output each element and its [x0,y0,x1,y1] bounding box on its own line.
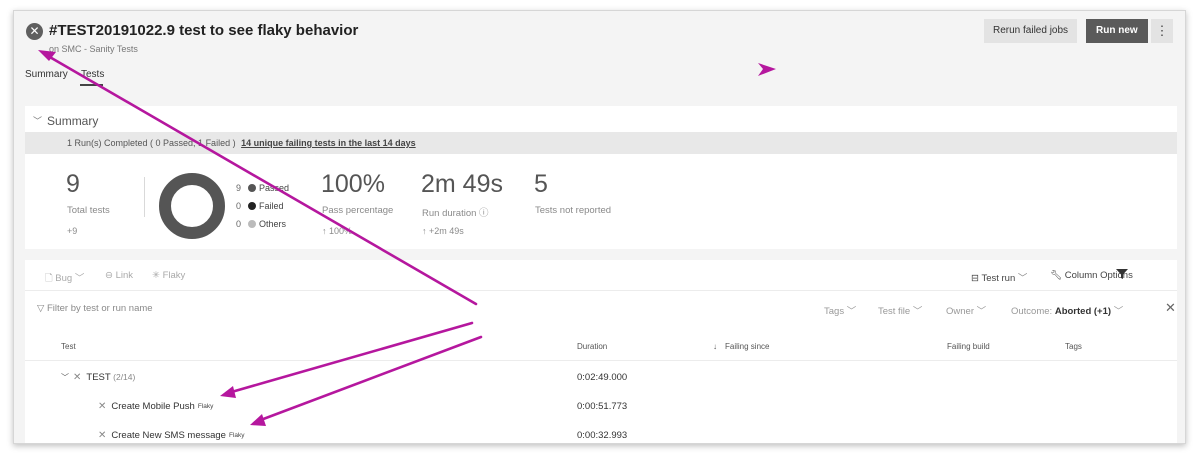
test-run-window: ✕ #TEST20191022.9 test to see flaky beha… [13,10,1186,444]
rerun-failed-jobs-button[interactable]: Rerun failed jobs [984,19,1078,43]
column-header-tags[interactable]: Tags [1065,342,1082,351]
test-run-grouping-dropdown[interactable]: ⊟ Test run ﹀ [971,270,1027,284]
tab-tests[interactable]: Tests [81,69,104,80]
column-header-test[interactable]: Test [61,342,76,351]
chevron-down-icon: ﹀ [33,116,43,126]
test-file-filter-dropdown[interactable]: Test file ﹀ [878,303,922,317]
chevron-down-icon: ﹀ [74,273,85,284]
row-duration: 0:02:49.000 [577,372,628,383]
pass-percentage-value: 100% [321,170,385,198]
donut-passed-slice [159,173,225,239]
not-reported-label: Tests not reported [535,205,612,216]
chevron-down-icon[interactable]: ﹀ [61,373,69,382]
run-header: ✕ #TEST20191022.9 test to see flaky beha… [14,11,1185,101]
row-duration: 0:00:51.773 [577,401,628,412]
failed-x-icon: ✕ [98,430,107,441]
more-actions-button[interactable]: ⋮ [1151,19,1173,43]
failing-tests-link[interactable]: 14 unique failing tests in the last 14 d… [241,138,416,148]
chevron-down-icon: ﹀ [976,306,987,317]
header-divider [25,360,1177,361]
tags-filter-dropdown[interactable]: Tags ﹀ [824,303,856,317]
owner-filter-dropdown[interactable]: Owner ﹀ [946,303,986,317]
link-icon: ⊖ [105,270,113,281]
table-row[interactable]: ✕ Create New SMS message Flaky [98,430,245,441]
flaky-icon: ✳ [152,270,160,281]
passed-dot-icon [248,184,256,192]
column-header-failing-build[interactable]: Failing build [947,342,990,351]
summary-heading[interactable]: ﹀ Summary [33,114,98,128]
table-row[interactable]: ✕ Create Mobile Push Flaky [98,401,213,412]
flaky-button[interactable]: ✳ Flaky [152,270,185,281]
page-title: #TEST20191022.9 test to see flaky behavi… [49,22,359,39]
legend-failed: 0 Failed [236,201,284,211]
tab-summary[interactable]: Summary [25,69,68,80]
link-button[interactable]: ⊖ Link [105,270,133,281]
failed-x-icon: ✕ [98,401,107,412]
test-filter-input[interactable]: ▽ Filter by test or run name [37,303,153,314]
bug-icon: 🗋 [45,273,53,284]
sort-arrow-icon: ↓ [713,342,717,351]
chevron-down-icon: ﹀ [846,306,857,317]
chevron-down-icon: ﹀ [1017,273,1028,284]
filter-funnel-icon[interactable] [1116,268,1128,280]
outcome-donut-chart [159,173,225,239]
column-header-failing-since[interactable]: ↓ Failing since [713,342,769,351]
total-tests-value: 9 [66,170,80,198]
row-duration: 0:00:32.993 [577,430,628,441]
clear-filters-close-icon[interactable]: ✕ [1165,300,1176,316]
pass-percentage-label: Pass percentage [322,205,394,216]
chevron-down-icon: ﹀ [1113,306,1124,317]
legend-others: 0 Others [236,219,287,229]
run-status-text: 1 Run(s) Completed ( 0 Passed, 1 Failed … [67,138,236,148]
run-status-banner: 1 Run(s) Completed ( 0 Passed, 1 Failed … [25,132,1177,154]
pass-percentage-delta: ↑ 100% [322,226,353,236]
flaky-badge: Flaky [197,403,214,410]
stat-divider [144,177,145,217]
failed-status-icon: ✕ [26,23,43,40]
tests-panel: 🗋 Bug ﹀ ⊖ Link ✳ Flaky ⊟ Test run ﹀ 🔧︎ C… [25,260,1177,443]
run-duration-label: Run duration ⓘ [422,208,489,219]
not-reported-value: 5 [534,170,548,198]
run-duration-value: 2m 49s [421,170,503,198]
bug-button[interactable]: 🗋 Bug ﹀ [45,270,84,287]
others-dot-icon [248,220,256,228]
chevron-down-icon: ﹀ [912,306,923,317]
group-icon: ⊟ [971,273,979,284]
run-duration-delta: ↑ +2m 49s [422,226,464,236]
legend-passed: 9 Passed [236,183,290,193]
total-tests-delta: +9 [67,226,78,236]
table-row[interactable]: ﹀ ✕ TEST (2/14) [61,372,135,383]
filter-outline-icon: ▽ [37,303,45,314]
total-tests-label: Total tests [67,205,110,216]
toolbar-divider [25,290,1177,291]
failed-x-icon: ✕ [73,372,82,383]
tab-tests-underline [80,84,103,86]
pipeline-subtitle: on SMC - Sanity Tests [49,44,138,54]
wrench-icon: 🔧︎ [1050,270,1063,281]
summary-card: ﹀ Summary 1 Run(s) Completed ( 0 Passed, … [25,106,1177,249]
run-new-button[interactable]: Run new [1086,19,1148,43]
column-header-duration[interactable]: Duration [577,342,607,351]
failed-dot-icon [248,202,256,210]
flaky-badge: Flaky [228,432,245,439]
outcome-filter-dropdown[interactable]: Outcome: Aborted (+1) ﹀ [1011,303,1123,317]
